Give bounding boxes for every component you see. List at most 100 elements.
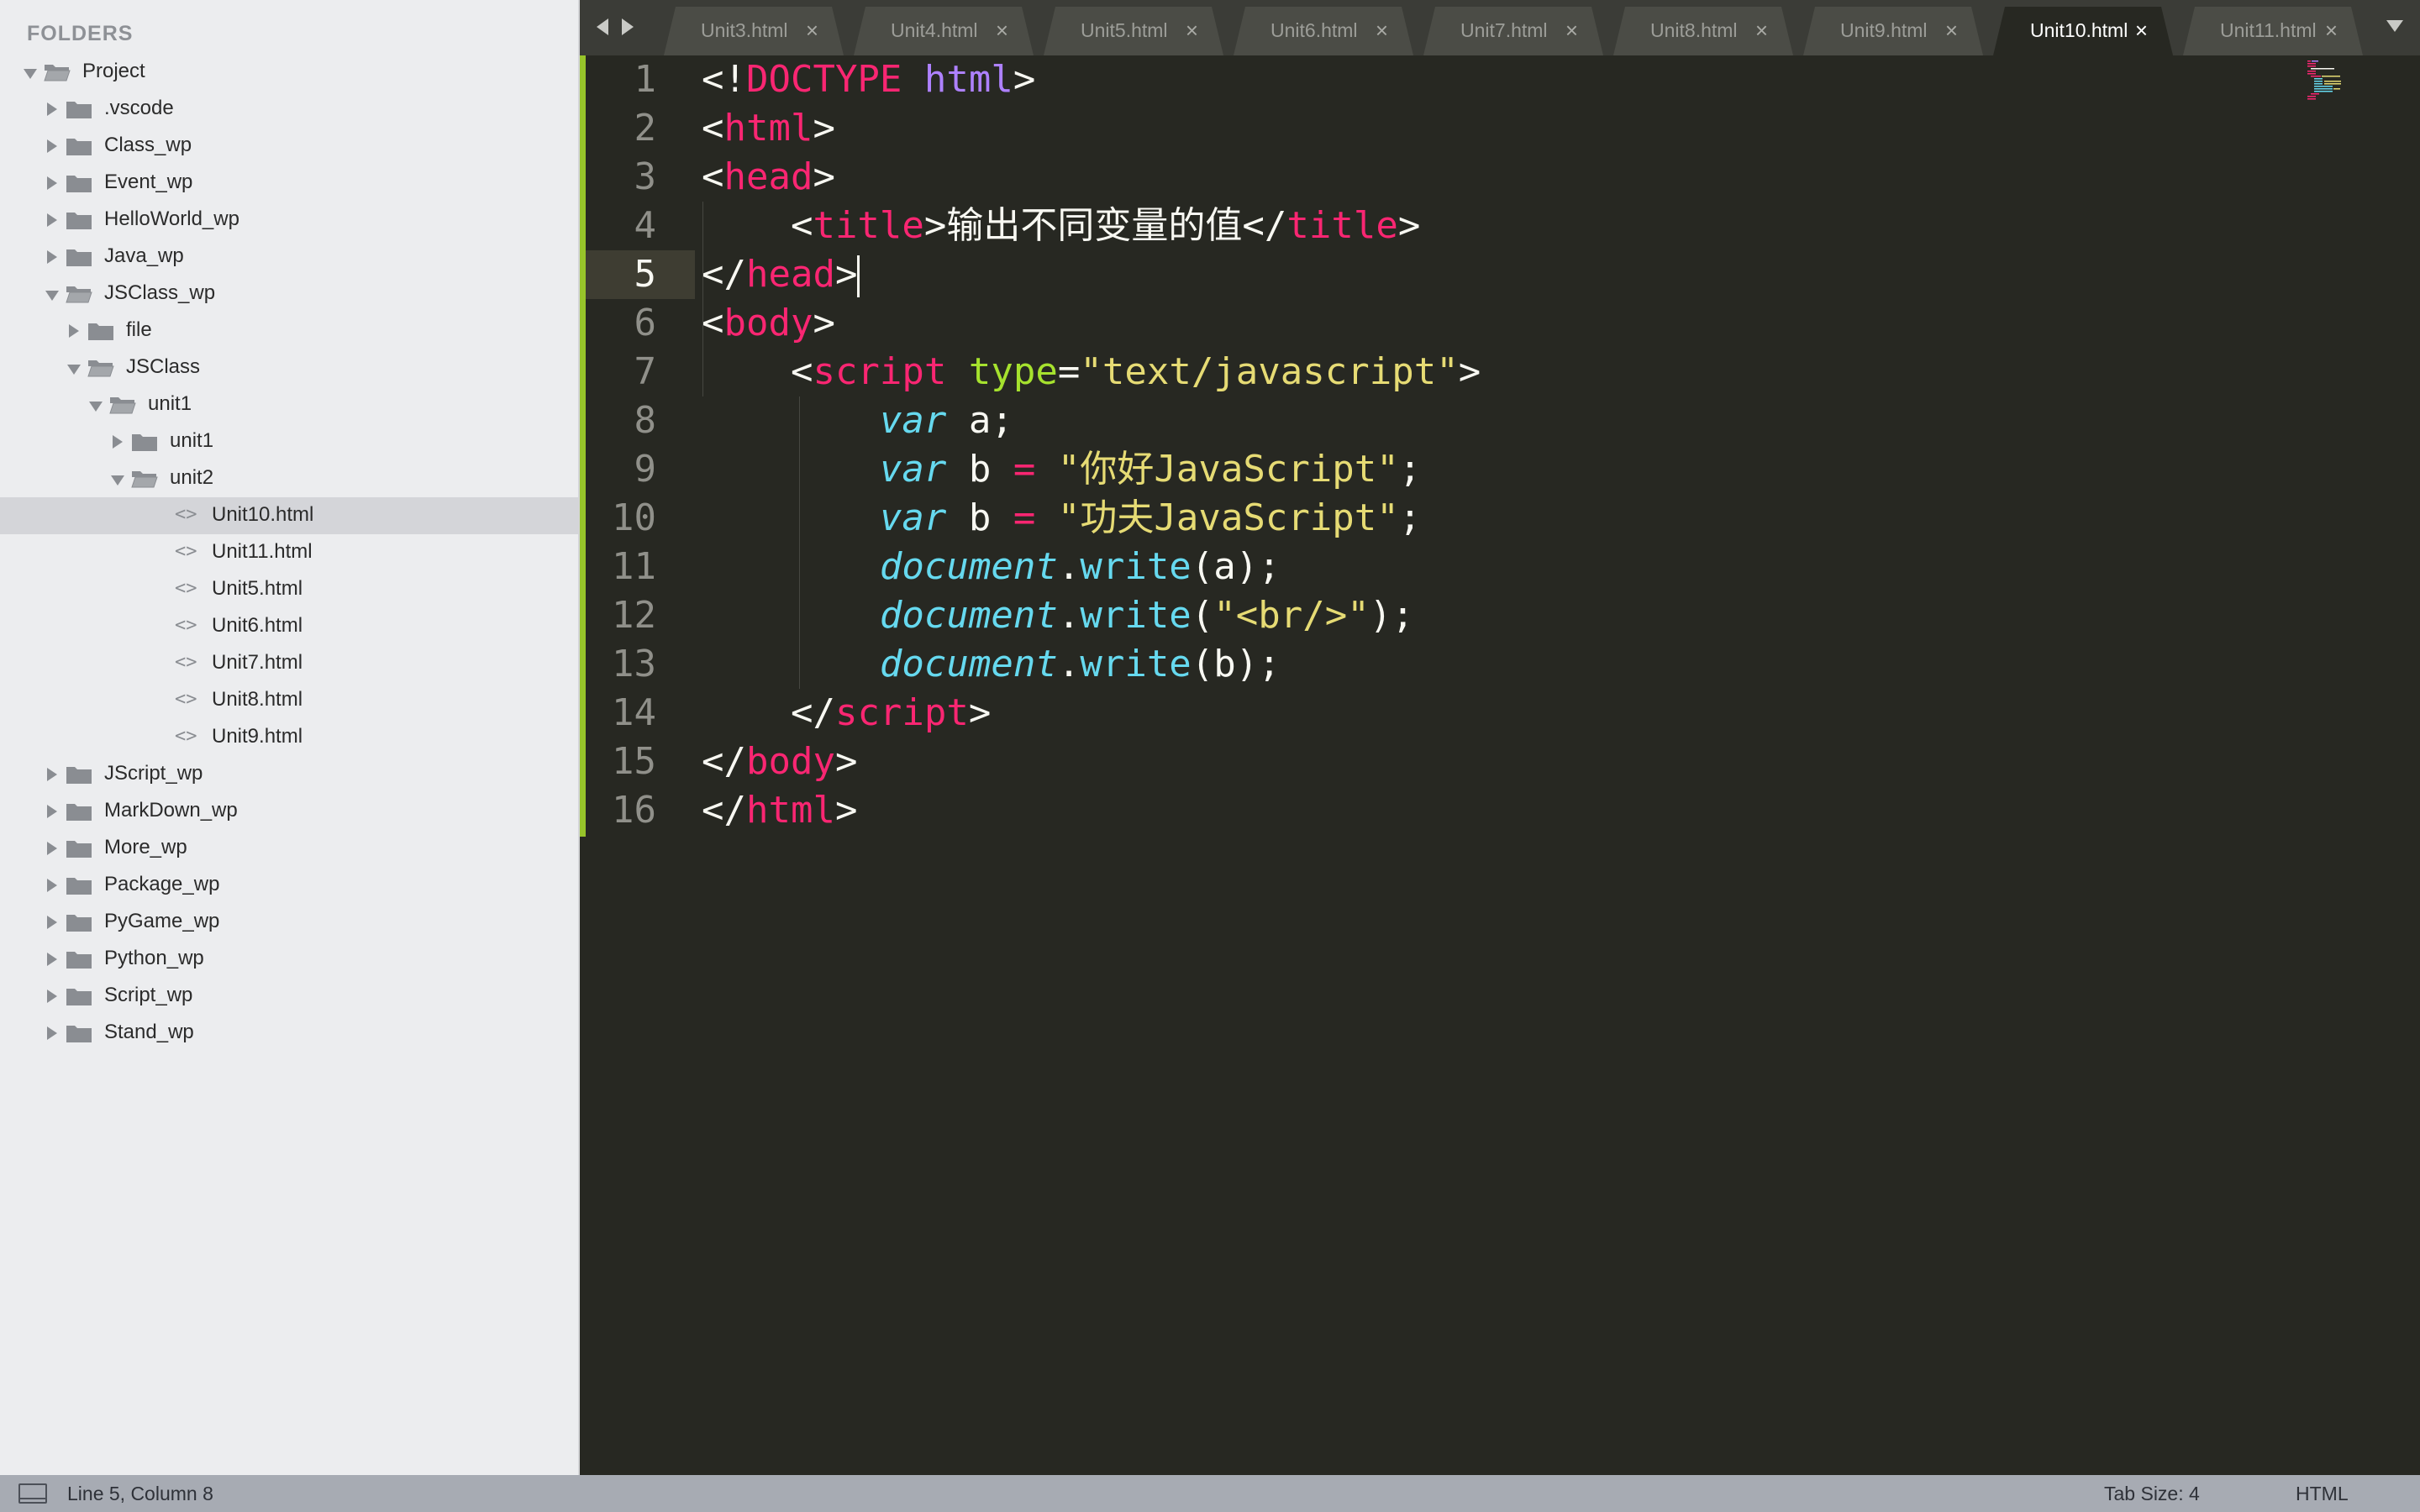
disclosure-collapsed-icon[interactable] (47, 1026, 57, 1040)
disclosure-collapsed-icon[interactable] (69, 324, 79, 338)
code-line[interactable]: <body> (702, 299, 2382, 348)
disclosure-expanded-icon[interactable] (45, 291, 59, 301)
tree-folder[interactable]: Event_wp (0, 165, 578, 202)
code-line[interactable]: document.write(b); (702, 640, 2382, 689)
tree-folder[interactable]: Java_wp (0, 239, 578, 276)
disclosure-collapsed-icon[interactable] (47, 102, 57, 116)
disclosure-collapsed-icon[interactable] (47, 916, 57, 929)
tree-file[interactable]: <> Unit11.html (0, 534, 578, 571)
tree-file[interactable]: <> Unit6.html (0, 608, 578, 645)
editor-tab[interactable]: Unit9.html × (1803, 7, 1983, 55)
panel-toggle-icon[interactable] (18, 1483, 47, 1504)
tree-file[interactable]: <> Unit10.html (0, 497, 578, 534)
tree-item-label: Unit5.html (212, 577, 303, 600)
editor-tab[interactable]: Unit5.html × (1044, 7, 1223, 55)
tree-folder[interactable]: JSClass (0, 349, 578, 386)
disclosure-collapsed-icon[interactable] (47, 879, 57, 892)
tab-close-icon[interactable]: × (1565, 18, 1578, 44)
tree-folder[interactable]: JScript_wp (0, 756, 578, 793)
code-token: . (1057, 643, 1081, 685)
disclosure-expanded-icon[interactable] (24, 69, 37, 79)
tab-close-icon[interactable]: × (806, 18, 818, 44)
tree-folder[interactable]: Project (0, 54, 578, 91)
code-line[interactable]: </html> (702, 786, 2382, 835)
folder-open-icon (87, 360, 114, 377)
tab-close-icon[interactable]: × (996, 18, 1008, 44)
tree-folder[interactable]: Stand_wp (0, 1015, 578, 1052)
tree-file[interactable]: <> Unit5.html (0, 571, 578, 608)
tab-close-icon[interactable]: × (1945, 18, 1958, 44)
code-token: . (1057, 545, 1081, 588)
editor-tab[interactable]: Unit3.html × (664, 7, 844, 55)
tab-close-icon[interactable]: × (1376, 18, 1388, 44)
code-line[interactable]: <html> (702, 104, 2382, 153)
disclosure-collapsed-icon[interactable] (113, 435, 123, 449)
disclosure-expanded-icon[interactable] (89, 402, 103, 412)
status-syntax[interactable]: HTML (2296, 1483, 2349, 1505)
tree-folder[interactable]: JSClass_wp (0, 276, 578, 312)
tab-close-icon[interactable]: × (1186, 18, 1198, 44)
code-line[interactable]: var b = "你好JavaScript"; (702, 445, 2382, 494)
editor-tab[interactable]: Unit7.html × (1423, 7, 1603, 55)
tree-folder[interactable]: .vscode (0, 91, 578, 128)
disclosure-expanded-icon[interactable] (111, 475, 124, 486)
code-area[interactable]: <!DOCTYPE html> <html> <head> <title>输出不同变… (702, 55, 2382, 835)
tree-folder[interactable]: unit2 (0, 460, 578, 497)
code-editor[interactable]: 1 2 3 4 5 6 7 8 9 10 11 12 13 14 15 16 <!DOCTYPE html> <… (580, 55, 2420, 1475)
tree-folder[interactable]: HelloWorld_wp (0, 202, 578, 239)
tree-folder[interactable]: Python_wp (0, 941, 578, 978)
tree-folder[interactable]: Package_wp (0, 867, 578, 904)
tree-folder[interactable]: MarkDown_wp (0, 793, 578, 830)
code-line[interactable]: var a; (702, 396, 2382, 445)
code-line[interactable]: <!DOCTYPE html> (702, 55, 2382, 104)
code-token: html (745, 789, 835, 832)
tree-item-label: Unit8.html (212, 688, 303, 711)
disclosure-collapsed-icon[interactable] (47, 176, 57, 190)
code-line[interactable]: <script type="text/javascript"> (702, 348, 2382, 396)
editor-tab[interactable]: Unit6.html × (1234, 7, 1413, 55)
tab-scroll-left-icon[interactable] (597, 18, 608, 35)
tab-list-dropdown-icon[interactable] (2386, 20, 2403, 32)
tree-folder[interactable]: unit1 (0, 386, 578, 423)
tree-folder[interactable]: Class_wp (0, 128, 578, 165)
disclosure-collapsed-icon[interactable] (47, 213, 57, 227)
status-tab-size[interactable]: Tab Size: 4 (2104, 1483, 2200, 1505)
disclosure-collapsed-icon[interactable] (47, 139, 57, 153)
code-line[interactable]: var b = "功夫JavaScript"; (702, 494, 2382, 543)
code-line[interactable]: <head> (702, 153, 2382, 202)
editor-tab[interactable]: Unit8.html × (1613, 7, 1793, 55)
disclosure-collapsed-icon[interactable] (47, 768, 57, 781)
editor-tab[interactable]: Unit10.html × (1993, 7, 2173, 55)
code-line[interactable]: </body> (702, 738, 2382, 786)
tree-file[interactable]: <> Unit7.html (0, 645, 578, 682)
code-line[interactable]: </head> (702, 250, 2382, 299)
tab-close-icon[interactable]: × (1755, 18, 1768, 44)
disclosure-expanded-icon[interactable] (67, 365, 81, 375)
disclosure-collapsed-icon[interactable] (47, 842, 57, 855)
code-line[interactable]: </script> (702, 689, 2382, 738)
code-line[interactable]: <title>输出不同变量的值</title> (702, 202, 2382, 250)
tree-folder[interactable]: PyGame_wp (0, 904, 578, 941)
code-line[interactable]: document.write("<br/>"); (702, 591, 2382, 640)
tree-folder[interactable]: Script_wp (0, 978, 578, 1015)
editor-tab[interactable]: Unit4.html × (854, 7, 1034, 55)
code-token: head (723, 155, 813, 198)
folder-icon (66, 102, 92, 118)
tree-file[interactable]: <> Unit9.html (0, 719, 578, 756)
code-line[interactable]: document.write(a); (702, 543, 2382, 591)
minimap[interactable] (2307, 59, 2366, 118)
tab-label: Unit9.html (1840, 19, 1928, 41)
editor-tab[interactable]: Unit11.html × (2183, 7, 2363, 55)
tree-file[interactable]: <> Unit8.html (0, 682, 578, 719)
tree-folder[interactable]: unit1 (0, 423, 578, 460)
tab-close-icon[interactable]: × (2325, 18, 2338, 44)
tree-folder[interactable]: More_wp (0, 830, 578, 867)
tab-scroll-right-icon[interactable] (622, 18, 634, 35)
disclosure-collapsed-icon[interactable] (47, 990, 57, 1003)
tab-close-icon[interactable]: × (2135, 18, 2148, 44)
tree-folder[interactable]: file (0, 312, 578, 349)
disclosure-collapsed-icon[interactable] (47, 805, 57, 818)
disclosure-collapsed-icon[interactable] (47, 953, 57, 966)
disclosure-collapsed-icon[interactable] (47, 250, 57, 264)
